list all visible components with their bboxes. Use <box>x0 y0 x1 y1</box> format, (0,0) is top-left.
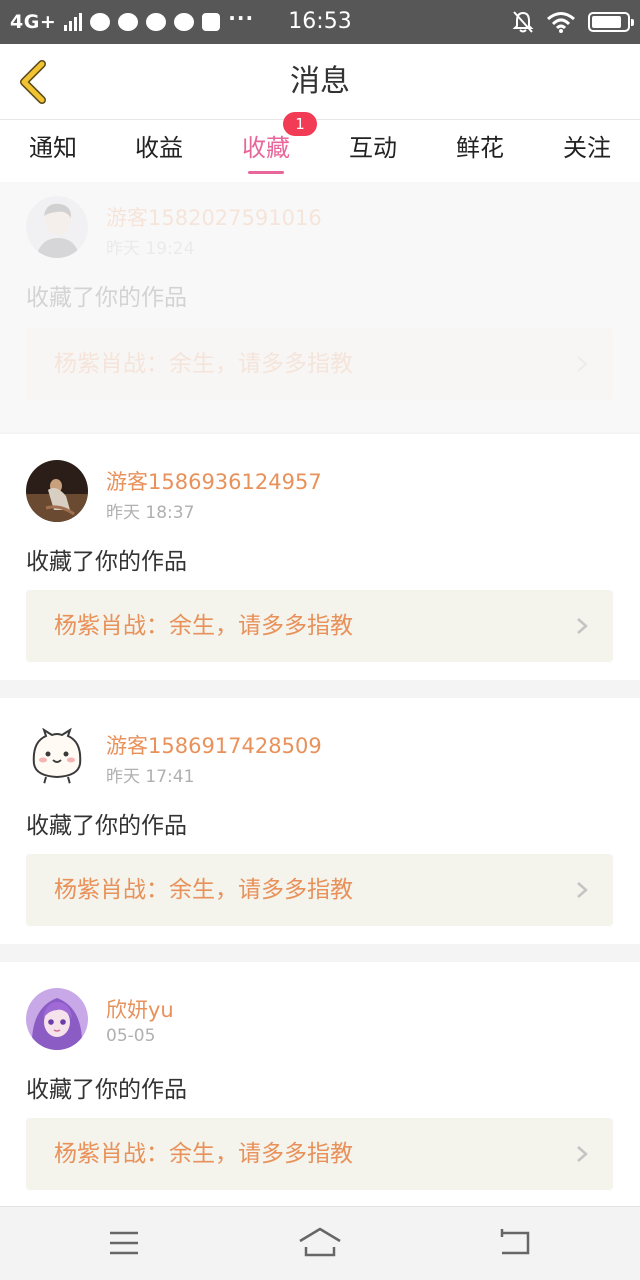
page-title: 消息 <box>290 64 350 99</box>
work-link[interactable]: 杨紫肖战：余生，请多多指教 <box>26 1118 613 1190</box>
tab-label: 通知 <box>29 134 77 162</box>
tab-label: 鲜花 <box>456 134 504 162</box>
message-time: 昨天 17:41 <box>106 767 195 787</box>
tab-interactions[interactable]: 互动 <box>320 120 426 182</box>
menu-icon[interactable] <box>102 1225 146 1261</box>
tab-label: 收藏 <box>242 134 290 162</box>
tab-flowers[interactable]: 鲜花 <box>427 120 533 182</box>
message-tabs: 通知 收益 收藏 1 互动 鲜花 关注 <box>0 112 640 182</box>
user-name[interactable]: 游客1582027591016 <box>106 202 322 232</box>
action-text: 收藏了你的作品 <box>26 285 187 311</box>
user-name[interactable]: 游客1586936124957 <box>106 466 322 496</box>
back-icon[interactable] <box>494 1225 538 1261</box>
work-title: 杨紫肖战：余生，请多多指教 <box>54 877 353 903</box>
chevron-right-icon <box>577 1146 588 1162</box>
tab-favorites[interactable]: 收藏 1 <box>213 112 319 182</box>
user-name[interactable]: 游客1586917428509 <box>106 730 322 760</box>
message-card[interactable]: 游客1586936124957 昨天 18:37 收藏了你的作品 杨紫肖战：余生… <box>0 434 640 680</box>
avatar[interactable] <box>26 460 88 522</box>
active-tab-indicator <box>248 171 284 174</box>
tab-label: 收益 <box>135 134 183 162</box>
anime-girl-avatar-icon <box>26 988 88 1050</box>
bell-muted-icon <box>512 11 534 33</box>
cartoon-cat-avatar-icon <box>26 724 88 786</box>
home-icon[interactable] <box>298 1225 342 1261</box>
message-time: 昨天 18:37 <box>106 503 195 523</box>
dark-photo-avatar-icon <box>26 460 88 522</box>
tab-notifications[interactable]: 通知 <box>0 120 106 182</box>
chevron-right-icon <box>577 882 588 898</box>
work-title: 杨紫肖战：余生，请多多指教 <box>54 351 353 377</box>
top-bar: 消息 <box>0 44 640 120</box>
work-link[interactable]: 杨紫肖战：余生，请多多指教 <box>26 328 613 400</box>
man-photo-avatar-icon <box>26 196 88 258</box>
status-bar: 4G+ ··· 16:53 <box>0 0 640 44</box>
work-link[interactable]: 杨紫肖战：余生，请多多指教 <box>26 590 613 662</box>
message-card[interactable]: 游客1582027591016 昨天 19:24 收藏了你的作品 杨紫肖战：余生… <box>0 182 640 432</box>
chevron-right-icon <box>577 356 588 372</box>
avatar[interactable] <box>26 988 88 1050</box>
avatar[interactable] <box>26 724 88 786</box>
work-title: 杨紫肖战：余生，请多多指教 <box>54 613 353 639</box>
work-title: 杨紫肖战：余生，请多多指教 <box>54 1141 353 1167</box>
user-name[interactable]: 欣妍yu <box>106 994 174 1024</box>
message-card[interactable]: 游客1586917428509 昨天 17:41 收藏了你的作品 杨紫肖战：余生… <box>0 698 640 944</box>
tab-label: 关注 <box>563 134 611 162</box>
tab-earnings[interactable]: 收益 <box>106 120 212 182</box>
action-text: 收藏了你的作品 <box>26 549 187 575</box>
message-card[interactable]: 欣妍yu 05-05 收藏了你的作品 杨紫肖战：余生，请多多指教 <box>0 962 640 1206</box>
battery-icon <box>588 12 634 32</box>
battery-level <box>592 16 621 28</box>
status-right <box>512 0 634 44</box>
avatar[interactable] <box>26 196 88 258</box>
action-text: 收藏了你的作品 <box>26 1077 187 1103</box>
wifi-icon <box>547 12 575 33</box>
unread-badge: 1 <box>283 112 317 136</box>
action-text: 收藏了你的作品 <box>26 813 187 839</box>
system-navigation-bar <box>0 1206 640 1280</box>
message-time: 05-05 <box>106 1026 156 1046</box>
message-time: 昨天 19:24 <box>106 239 195 259</box>
tab-label: 互动 <box>349 134 397 162</box>
work-link[interactable]: 杨紫肖战：余生，请多多指教 <box>26 854 613 926</box>
chevron-right-icon <box>577 618 588 634</box>
tab-following[interactable]: 关注 <box>534 120 640 182</box>
